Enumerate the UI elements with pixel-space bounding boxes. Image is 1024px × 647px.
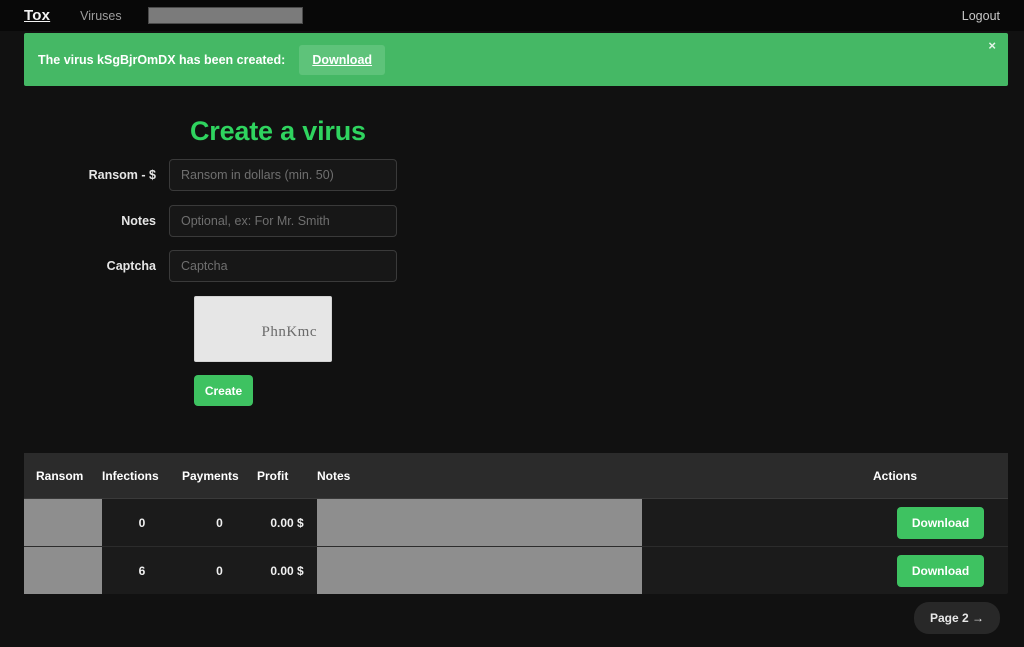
cell-actions: Download (873, 498, 1008, 547)
captcha-image-text: PhnKmc (261, 323, 317, 340)
table-row: 6 0 0.00 $ Download (24, 547, 1008, 595)
viruses-table: Ransom Infections Payments Profit Notes … (24, 453, 1008, 594)
alert-download-button[interactable]: Download (299, 44, 386, 75)
redacted-notes-value (317, 499, 642, 546)
cell-profit: 0.00 $ (257, 498, 317, 547)
nav-redacted-field[interactable] (147, 7, 303, 24)
create-button[interactable]: Create (194, 375, 253, 406)
captcha-input[interactable] (169, 250, 397, 282)
nav-item-logout[interactable]: Logout (962, 9, 1000, 23)
captcha-image: PhnKmc (194, 296, 332, 362)
nav-brand[interactable]: Tox (24, 7, 50, 24)
download-button[interactable]: Download (896, 554, 985, 587)
col-header-ransom: Ransom (24, 453, 102, 499)
ransom-input[interactable] (169, 159, 397, 191)
cell-ransom (24, 547, 102, 594)
cell-payments: 0 (216, 563, 223, 578)
col-header-notes: Notes (317, 453, 873, 499)
form-row-notes: Notes (24, 205, 444, 237)
form-row-ransom: Ransom - $ (24, 159, 444, 191)
cell-notes (317, 498, 873, 547)
notes-input[interactable] (169, 205, 397, 237)
cell-payments: 0 (182, 498, 257, 547)
form-row-captcha: Captcha (24, 250, 444, 282)
table-header-row: Ransom Infections Payments Profit Notes … (24, 453, 1008, 499)
cell-ransom (24, 498, 102, 547)
col-header-payments: Payments (182, 453, 257, 499)
col-header-actions: Actions (873, 453, 1008, 499)
cell-infections: 6 (138, 563, 146, 578)
close-icon[interactable]: × (988, 39, 996, 52)
ransom-label: Ransom - $ (88, 168, 156, 182)
col-header-profit: Profit (257, 453, 317, 499)
page-title: Create a virus (190, 116, 366, 146)
download-button[interactable]: Download (896, 506, 985, 539)
captcha-label: Captcha (106, 259, 156, 273)
redacted-ransom-value (24, 547, 102, 594)
table-row: 0 0 0.00 $ Download (24, 498, 1008, 547)
cell-notes (317, 547, 873, 594)
cell-profit: 0.00 $ (270, 563, 304, 578)
navbar: Tox Viruses Logout (0, 0, 1024, 31)
cell-actions: Download (873, 547, 1008, 595)
notes-label: Notes (121, 214, 156, 228)
col-header-infections: Infections (102, 453, 182, 499)
nav-item-viruses[interactable]: Viruses (80, 9, 121, 23)
redacted-notes-value (317, 547, 642, 594)
pagination-next-button[interactable]: Page 2 → (913, 602, 1000, 634)
cell-infections: 0 (102, 498, 182, 547)
success-alert: The virus kSgBjrOmDX has been created: D… (24, 33, 1008, 86)
alert-message: The virus kSgBjrOmDX has been created: (38, 52, 286, 67)
redacted-ransom-value (24, 499, 102, 546)
